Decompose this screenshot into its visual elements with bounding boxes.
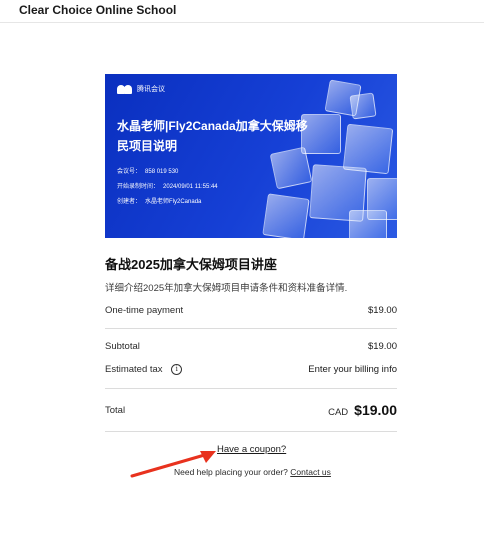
banner-title: 水晶老师|Fly2Canada加拿大保姆移民项目说明 bbox=[117, 119, 308, 153]
payment-value: $19.00 bbox=[367, 305, 397, 316]
top-bar: Clear Choice Online School bbox=[0, 0, 484, 23]
subtotal-label: Subtotal bbox=[105, 341, 140, 352]
decor-cube bbox=[349, 92, 377, 120]
course-description: 详细介绍2025年加拿大保姆项目申请条件和资料准备详情. bbox=[105, 283, 348, 294]
tax-row: Estimated tax i Enter your billing info bbox=[105, 364, 397, 375]
total-label: Total bbox=[105, 404, 126, 416]
divider bbox=[105, 431, 397, 432]
recording-time: 开始录制时间： 2024/09/01 11:55:44 bbox=[117, 181, 218, 190]
creator: 创建者： 水晶老师Fly2Canada bbox=[117, 196, 201, 205]
total-row: Total CAD $19.00 bbox=[105, 402, 397, 418]
subtotal-value: $19.00 bbox=[367, 341, 397, 352]
tax-value: Enter your billing info bbox=[308, 364, 397, 375]
meeting-id: 会议号： 858 019 530 bbox=[117, 166, 178, 175]
creator-label: 创建者： bbox=[117, 199, 142, 205]
total-currency: CAD bbox=[328, 407, 349, 418]
subtotal-row: Subtotal $19.00 bbox=[105, 341, 397, 352]
course-title: 备战2025加拿大保姆项目讲座 bbox=[105, 257, 277, 272]
tencent-meeting-logo: 腾讯会议 bbox=[117, 84, 165, 94]
payment-row: One-time payment $19.00 bbox=[105, 305, 397, 316]
divider bbox=[105, 328, 397, 329]
school-brand[interactable]: Clear Choice Online School bbox=[19, 3, 176, 17]
decor-cube bbox=[262, 193, 310, 238]
course-banner: 腾讯会议 水晶老师|Fly2Canada加拿大保姆移民项目说明 会议号： 858 … bbox=[105, 74, 397, 238]
payment-label: One-time payment bbox=[105, 305, 184, 316]
creator-value: 水晶老师Fly2Canada bbox=[145, 199, 202, 205]
info-icon[interactable]: i bbox=[171, 364, 183, 375]
divider bbox=[105, 388, 397, 389]
meeting-id-label: 会议号： bbox=[117, 169, 142, 175]
total-amount: $19.00 bbox=[354, 402, 397, 418]
recording-time-value: 2024/09/01 11:55:44 bbox=[163, 184, 218, 190]
recording-time-label: 开始录制时间： bbox=[117, 184, 160, 190]
help-text: Need help placing your order? Contact us bbox=[174, 467, 331, 477]
meeting-id-value: 858 019 530 bbox=[145, 169, 179, 175]
logo-text: 腾讯会议 bbox=[137, 86, 165, 93]
tax-label: Estimated tax bbox=[105, 364, 163, 376]
contact-us-link[interactable]: Contact us bbox=[290, 467, 331, 477]
decor-cube bbox=[349, 210, 387, 238]
tencent-meeting-icon bbox=[117, 84, 133, 94]
have-coupon-link[interactable]: Have a coupon? bbox=[217, 444, 286, 455]
help-message: Need help placing your order? bbox=[174, 467, 288, 477]
